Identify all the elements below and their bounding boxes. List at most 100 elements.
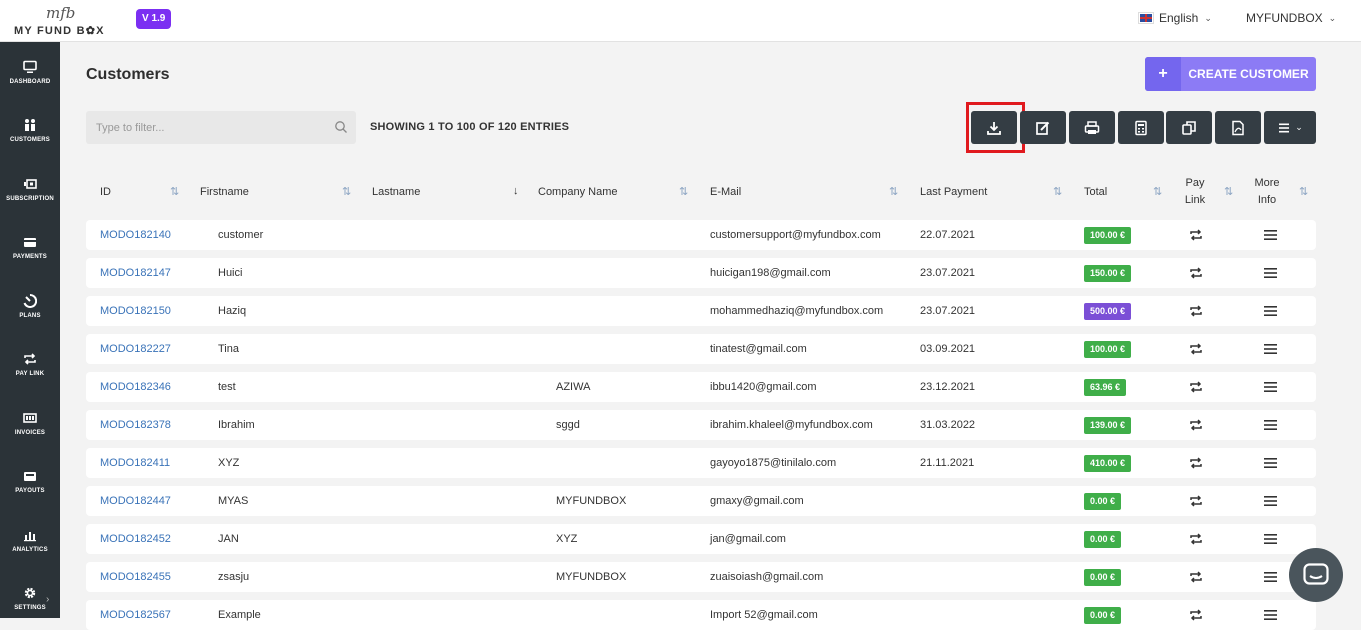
create-customer-button[interactable]: + CREATE CUSTOMER: [1145, 57, 1316, 91]
sidebar-item-plans[interactable]: PLANS: [0, 276, 60, 334]
table-row[interactable]: MODO182227 Tina tinatest@gmail.com 03.09.20…: [86, 334, 1316, 364]
repeat-icon[interactable]: [1189, 342, 1203, 356]
customer-id-link[interactable]: MODO182452: [100, 524, 171, 554]
menu-icon[interactable]: [1264, 381, 1277, 393]
table-row[interactable]: MODO182140 customer customersupport@myfund…: [86, 220, 1316, 250]
header-id[interactable]: ID: [100, 170, 111, 214]
language-selector[interactable]: English ⌄: [1138, 11, 1212, 25]
header-more-info[interactable]: More Info: [1252, 170, 1282, 214]
logo[interactable]: mfb MY FUND B✿X: [12, 4, 112, 38]
table-row[interactable]: MODO182346 test AZIWA ibbu1420@gmail.com 23.…: [86, 372, 1316, 402]
sidebar-item-payments[interactable]: PAYMENTS: [0, 217, 60, 275]
company-cell: MYFUNDBOX: [556, 495, 627, 507]
header-firstname[interactable]: Firstname: [200, 170, 249, 214]
table-row[interactable]: MODO182452 JAN XYZ jan@gmail.com 0.00 €: [86, 524, 1316, 554]
menu-icon[interactable]: [1264, 609, 1277, 621]
total-badge: 150.00 €: [1084, 265, 1132, 282]
filter-input[interactable]: [86, 111, 316, 144]
header-email[interactable]: E-Mail: [710, 170, 741, 214]
sort-icon[interactable]: ⇅: [1224, 185, 1233, 198]
table-row[interactable]: MODO182147 Huici huicigan198@gmail.com 23.0…: [86, 258, 1316, 288]
repeat-icon[interactable]: [1189, 608, 1203, 622]
copy-button[interactable]: [1166, 111, 1212, 144]
chat-button[interactable]: [1289, 548, 1343, 602]
sort-icon[interactable]: ⇅: [889, 185, 898, 198]
header-total[interactable]: Total: [1084, 170, 1107, 214]
menu-icon[interactable]: [1264, 343, 1277, 355]
table-row[interactable]: MODO182455 zsasju MYFUNDBOX zuaisoiash@gmai…: [86, 562, 1316, 592]
user-menu[interactable]: MYFUNDBOX ⌄: [1246, 11, 1336, 25]
sort-icon[interactable]: ⇅: [1299, 185, 1308, 198]
firstname-cell: Tina: [218, 343, 239, 355]
firstname-cell: MYAS: [218, 495, 249, 507]
repeat-icon[interactable]: [1189, 304, 1203, 318]
email-cell: Import 52@gmail.com: [710, 609, 818, 621]
repeat-icon[interactable]: [1189, 532, 1203, 546]
menu-icon[interactable]: [1264, 267, 1277, 279]
sort-icon[interactable]: ⇅: [342, 185, 351, 198]
table-row[interactable]: MODO182411 XYZ gayoyo1875@tinilalo.com 21.1…: [86, 448, 1316, 478]
repeat-icon[interactable]: [1189, 418, 1203, 432]
repeat-icon[interactable]: [1189, 380, 1203, 394]
repeat-icon[interactable]: [1189, 570, 1203, 584]
header-company[interactable]: Company Name: [538, 170, 617, 214]
menu-icon[interactable]: [1264, 571, 1277, 583]
calculator-button[interactable]: [1118, 111, 1164, 144]
sort-icon[interactable]: ⇅: [1053, 185, 1062, 198]
customer-id-link[interactable]: MODO182455: [100, 562, 171, 592]
menu-icon[interactable]: [1264, 305, 1277, 317]
sidebar-item-settings[interactable]: SETTINGS: [0, 568, 60, 626]
repeat-icon[interactable]: [1189, 456, 1203, 470]
customer-id-link[interactable]: MODO182411: [100, 448, 170, 478]
table-row[interactable]: MODO182447 MYAS MYFUNDBOX gmaxy@gmail.com 0.…: [86, 486, 1316, 516]
table-row[interactable]: MODO182567 Example Import 52@gmail.com 0.00…: [86, 600, 1316, 630]
repeat-icon[interactable]: [1189, 228, 1203, 242]
menu-icon[interactable]: [1264, 229, 1277, 241]
customer-id-link[interactable]: MODO182140: [100, 220, 171, 250]
repeat-icon[interactable]: [1189, 494, 1203, 508]
sort-icon[interactable]: ⇅: [679, 185, 688, 198]
header-last-payment[interactable]: Last Payment: [920, 170, 987, 214]
customer-id-link[interactable]: MODO182447: [100, 486, 171, 516]
sidebar-item-invoices[interactable]: INVOICES: [0, 393, 60, 451]
sort-down-icon[interactable]: ↓: [513, 185, 519, 197]
last-payment-cell: 23.12.2021: [920, 381, 976, 393]
print-button[interactable]: [1069, 111, 1115, 144]
menu-icon[interactable]: [1264, 495, 1277, 507]
sidebar-item-pay-link[interactable]: PAY LINK: [0, 334, 60, 392]
customer-id-link[interactable]: MODO182150: [100, 296, 171, 326]
customer-id-link[interactable]: MODO182567: [100, 600, 171, 630]
sidebar-item-customers[interactable]: CUSTOMERS: [0, 100, 60, 158]
menu-icon[interactable]: [1264, 419, 1277, 431]
bar-chart-icon: [24, 532, 36, 542]
customer-id-link[interactable]: MODO182378: [100, 410, 171, 440]
chevron-down-icon: ⌄: [1204, 12, 1212, 23]
header-lastname[interactable]: Lastname: [372, 170, 420, 214]
table-row[interactable]: MODO182150 Haziq mohammedhaziq@myfundbox.c…: [86, 296, 1316, 326]
sidebar-item-analytics[interactable]: ANALYTICS: [0, 510, 60, 568]
search-icon[interactable]: [334, 120, 348, 134]
menu-icon[interactable]: [1264, 533, 1277, 545]
pdf-button[interactable]: [1215, 111, 1261, 144]
users-icon: [25, 119, 35, 131]
repeat-icon[interactable]: [1189, 266, 1203, 280]
sidebar-item-payouts[interactable]: PAYOUTS: [0, 451, 60, 509]
sort-icon[interactable]: ⇅: [1153, 185, 1162, 198]
email-cell: tinatest@gmail.com: [710, 343, 807, 355]
customer-id-link[interactable]: MODO182227: [100, 334, 171, 364]
header-more-info-line2: Info: [1257, 194, 1277, 206]
edit-button[interactable]: [1020, 111, 1066, 144]
sort-icon[interactable]: ⇅: [170, 185, 179, 198]
table-row[interactable]: MODO182378 Ibrahim sggd ibrahim.khaleel@myf…: [86, 410, 1316, 440]
chevron-right-icon[interactable]: ›: [46, 594, 49, 605]
customer-id-link[interactable]: MODO182346: [100, 372, 171, 402]
sidebar-item-dashboard[interactable]: DASHBOARD: [0, 42, 60, 100]
column-menu-button[interactable]: ⌄: [1264, 111, 1316, 144]
menu-icon[interactable]: [1264, 457, 1277, 469]
header-pay-link-line1: Pay: [1185, 177, 1205, 189]
sidebar-item-subscription[interactable]: SUBSCRIPTION: [0, 159, 60, 217]
header-pay-link[interactable]: Pay Link: [1180, 170, 1210, 214]
firstname-cell: Example: [218, 609, 261, 621]
customer-id-link[interactable]: MODO182147: [100, 258, 171, 288]
sidebar-item-label: CUSTOMERS: [9, 137, 51, 143]
